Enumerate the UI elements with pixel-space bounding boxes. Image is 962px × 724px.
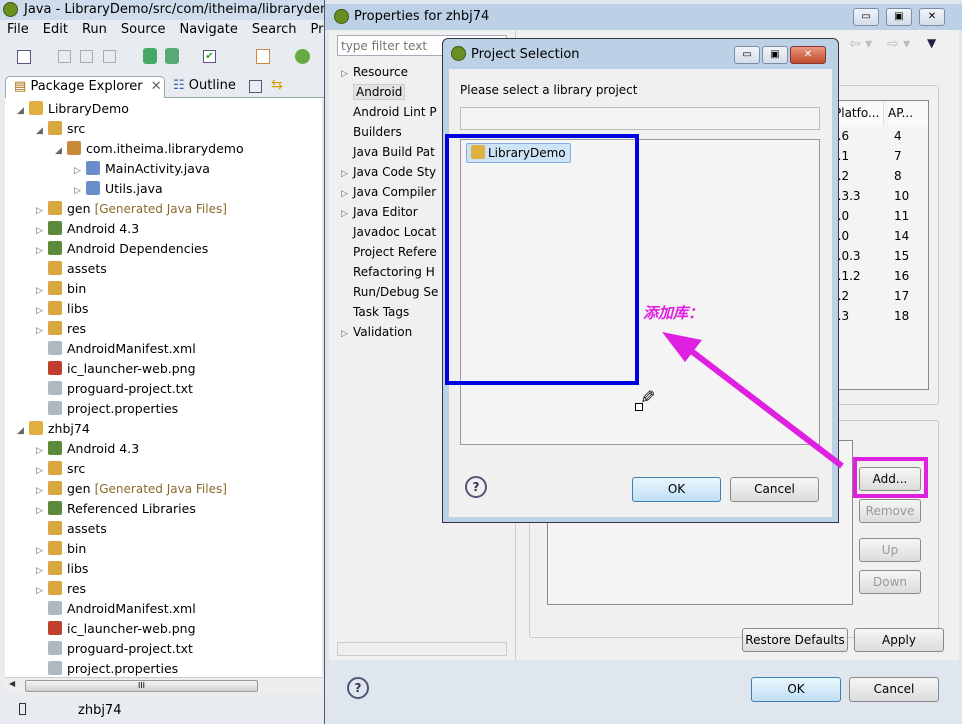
pencil-cursor-icon: ✎ <box>636 388 658 405</box>
annotation-arrow <box>662 332 844 469</box>
cursor-anchor-icon <box>635 403 643 411</box>
